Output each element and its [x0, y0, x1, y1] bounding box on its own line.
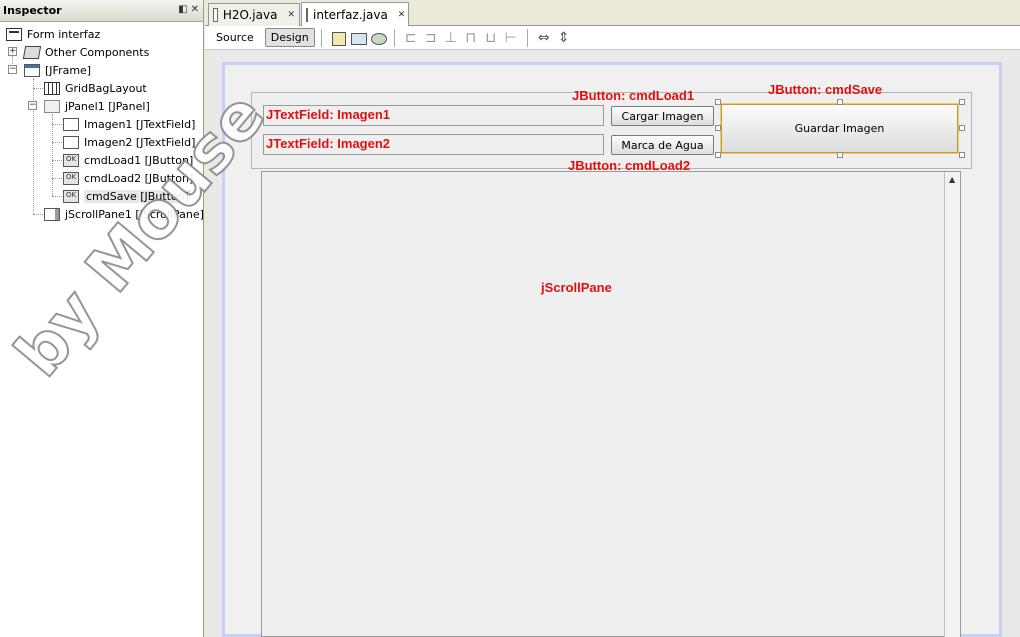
cargar-imagen-button[interactable]: Cargar Imagen [611, 106, 714, 126]
tree-item-gridbaglayout[interactable]: GridBagLayout [44, 79, 147, 97]
tree-line [52, 142, 62, 143]
close-icon[interactable]: ✕ [191, 4, 199, 15]
resize-horizontal-icon[interactable]: ⇔ [536, 30, 552, 46]
tree-item-form[interactable]: Form interfaz [6, 25, 100, 43]
textfield-icon [63, 117, 79, 131]
grid-layout-icon [44, 81, 60, 95]
resize-handle[interactable] [837, 99, 843, 105]
frame-icon [24, 63, 40, 77]
preview-design-icon[interactable] [370, 30, 387, 46]
tree-label: jPanel1 [JPanel] [65, 99, 150, 113]
inspector-header: Inspector ◧ ✕ [0, 0, 203, 22]
tree-line [52, 178, 62, 179]
center-vertical-icon[interactable]: ⊢ [503, 30, 519, 46]
annotation-cmdsave: JButton: cmdSave [768, 82, 883, 97]
guardar-imagen-button[interactable]: Guardar Imagen [720, 103, 959, 154]
minimize-icon[interactable]: ◧ [178, 4, 187, 15]
tree-label: Other Components [45, 45, 150, 59]
tab-label: H2O.java [222, 8, 278, 22]
tree-line [52, 196, 62, 197]
tree-item-imagen1[interactable]: Imagen1 [JTextField] [63, 115, 195, 133]
scrollpane-icon [44, 207, 60, 221]
align-top-icon[interactable]: ⊓ [463, 30, 479, 46]
vertical-scrollbar[interactable]: ▲ [944, 172, 960, 637]
tree-label: Imagen1 [JTextField] [84, 117, 196, 131]
annotation-imagen2: JTextField: Imagen2 [266, 136, 391, 151]
tree-item-jframe[interactable]: [JFrame] [24, 61, 91, 79]
scroll-up-icon[interactable]: ▲ [949, 175, 955, 184]
close-tab-icon[interactable]: ✕ [398, 10, 406, 20]
tree-label: GridBagLayout [65, 81, 147, 95]
resize-handle[interactable] [715, 152, 721, 158]
tree-line [52, 124, 62, 125]
annotation-cmdload1: JButton: cmdLoad1 [572, 88, 695, 103]
align-bottom-icon[interactable]: ⊔ [483, 30, 499, 46]
selection-mode-icon[interactable] [330, 30, 346, 46]
expand-toggle-other[interactable]: + [8, 47, 17, 56]
editor-tab-bar: H2O.java ✕ interfaz.java ✕ [205, 0, 1020, 27]
tab-label: interfaz.java [313, 8, 388, 22]
toolbar-separator [526, 28, 528, 47]
tree-label: Form interfaz [27, 27, 101, 41]
align-right-icon[interactable]: ⊐ [423, 30, 439, 46]
tab-h2o-java[interactable]: H2O.java ✕ [208, 3, 300, 26]
tree-item-other-components[interactable]: Other Components [22, 43, 150, 61]
resize-handle[interactable] [715, 99, 721, 105]
design-view-button[interactable]: Design [264, 28, 315, 47]
resize-vertical-icon[interactable]: ⇕ [556, 30, 572, 46]
form-file-icon [306, 8, 308, 22]
marca-de-agua-button[interactable]: Marca de Agua [611, 135, 714, 155]
tree-label: [JFrame] [45, 63, 92, 77]
button-icon: OK [63, 153, 79, 167]
java-file-icon [213, 8, 218, 22]
resize-handle[interactable] [959, 125, 965, 131]
annotation-scrollpane: jScrollPane [541, 280, 612, 295]
resize-handle[interactable] [959, 99, 965, 105]
align-left-icon[interactable]: ⊏ [403, 30, 419, 46]
source-view-button[interactable]: Source [211, 29, 259, 46]
close-tab-icon[interactable]: ✕ [287, 10, 295, 20]
tree-line [33, 88, 43, 89]
annotation-imagen1: JTextField: Imagen1 [266, 107, 391, 122]
tree-line [52, 114, 53, 196]
center-horizontal-icon[interactable]: ⊥ [443, 30, 459, 46]
collapse-toggle-frame[interactable]: − [8, 65, 17, 74]
resize-handle[interactable] [959, 152, 965, 158]
tab-interfaz-java[interactable]: interfaz.java ✕ [301, 2, 409, 27]
editor-toolbar: Source Design ⊏ ⊐ ⊥ ⊓ ⊔ ⊢ ⇔ ⇕ [205, 26, 1020, 50]
resize-handle[interactable] [837, 152, 843, 158]
tree-item-jpanel1[interactable]: jPanel1 [JPanel] [44, 97, 150, 115]
inspector-title: Inspector [3, 4, 62, 17]
toolbar-separator [393, 28, 395, 47]
inspector-buttons: ◧ ✕ [178, 4, 199, 15]
resize-handle[interactable] [715, 125, 721, 131]
connection-mode-icon[interactable] [350, 30, 367, 46]
button-icon: OK [63, 171, 79, 185]
textfield-icon [63, 135, 79, 149]
jscrollpane1-area[interactable] [261, 171, 961, 637]
collapse-toggle-panel[interactable]: − [28, 101, 37, 110]
form-icon [6, 27, 22, 41]
tree-line [33, 78, 34, 214]
toolbar-separator [320, 28, 322, 47]
panel-icon [44, 99, 60, 113]
button-icon: OK [63, 189, 79, 203]
tree-line [33, 214, 43, 215]
tree-line [52, 160, 62, 161]
components-icon [22, 45, 42, 59]
